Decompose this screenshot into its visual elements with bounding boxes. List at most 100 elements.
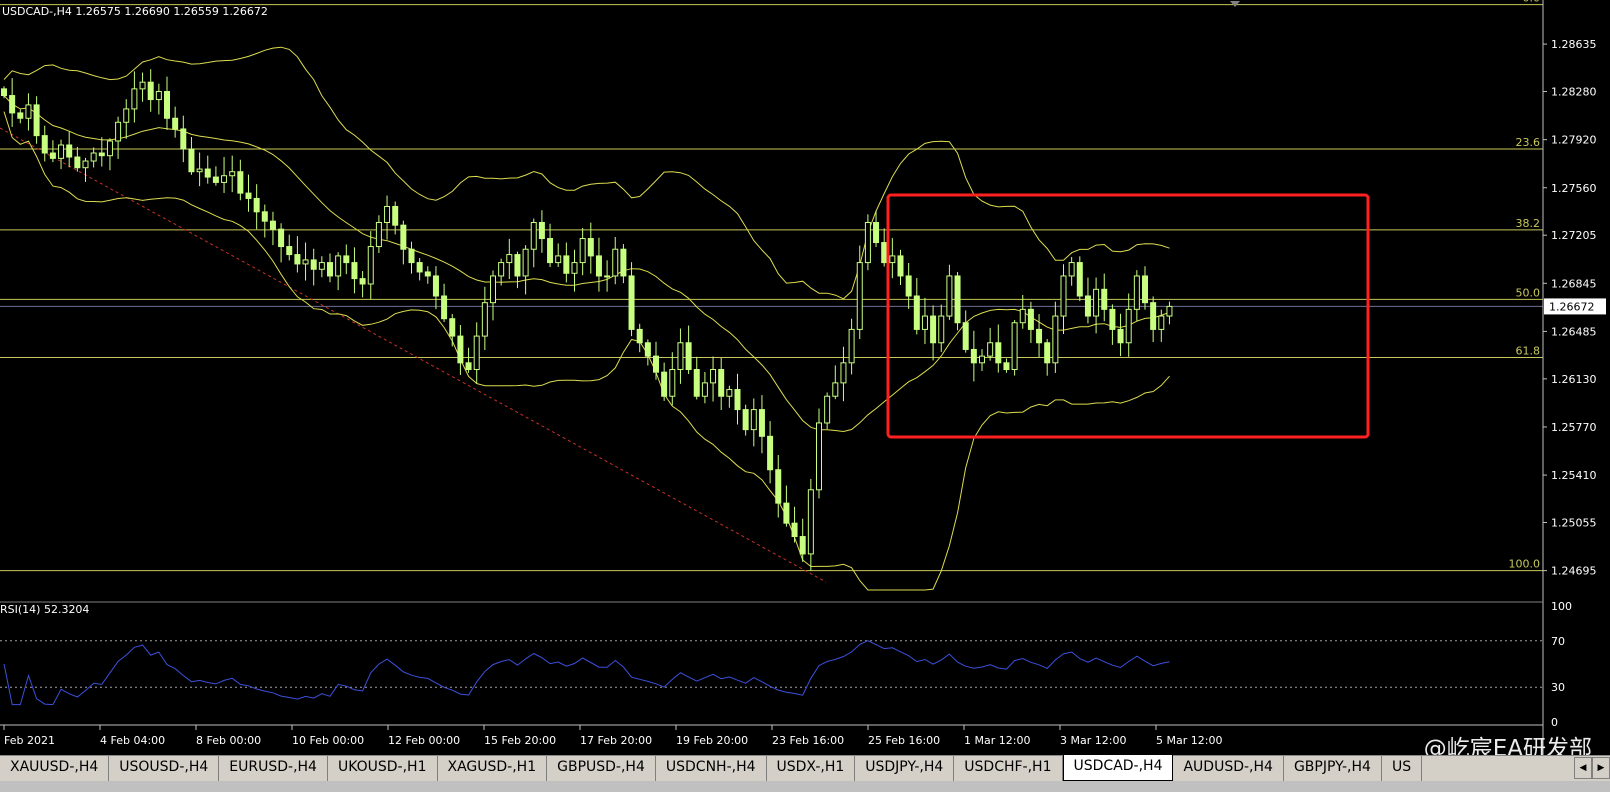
candle-bear	[653, 355, 659, 373]
tab-usdjpy-h4[interactable]: USDJPY-,H4	[855, 756, 955, 781]
rsi-axis-label: 30	[1551, 681, 1565, 694]
candle-bear	[164, 91, 170, 119]
candle-bull	[481, 302, 488, 337]
candle-bear	[204, 168, 211, 178]
trendline-segment	[0, 127, 827, 583]
tab-xagusd-h1[interactable]: XAGUSD-,H1	[438, 756, 548, 781]
candle-bear	[253, 197, 260, 213]
candle-bear	[188, 148, 195, 173]
candle-bear	[1027, 308, 1034, 330]
chart-canvas[interactable]: 0.0 23.6 38.2 50.0 61.8 100.0 1.28635 1.28280 1…	[0, 0, 1610, 755]
tab-next-icon[interactable]: ▶	[1592, 757, 1610, 779]
candle-bull	[1052, 315, 1059, 364]
candle-bear	[432, 275, 439, 297]
candle-bear	[147, 81, 154, 101]
candle-bull	[612, 248, 619, 277]
tab-xauusd-h4[interactable]: XAUUSD-,H4	[0, 756, 110, 781]
candle-bear	[41, 135, 48, 154]
time-tick-label: 8 Feb 00:00	[196, 734, 261, 747]
tab-gbpjpy-h4[interactable]: GBPJPY-,H4	[1284, 756, 1382, 781]
candle-bear	[392, 205, 399, 226]
candle-bear	[693, 369, 700, 397]
candle-bull	[131, 88, 138, 110]
fibo-label: 38.2	[1516, 217, 1541, 230]
candle-bear	[237, 171, 244, 194]
candle-bull	[750, 409, 757, 431]
tab-usdcad-h4[interactable]: USDCAD-,H4	[1062, 755, 1174, 781]
tab-gbpusd-h4[interactable]: GBPUSD-,H4	[547, 756, 656, 781]
current-price-label: 1.26672	[1549, 300, 1595, 313]
tab-us[interactable]: US	[1382, 756, 1423, 781]
price-tick-label: 1.26845	[1551, 277, 1597, 290]
fibo-label: 50.0	[1516, 286, 1541, 299]
candle-bear	[1003, 362, 1010, 370]
candle-bull	[979, 355, 985, 364]
candle-bear	[873, 222, 880, 244]
candle-bull	[384, 205, 391, 224]
candle-bear	[628, 275, 635, 330]
candle-bull	[506, 254, 513, 264]
tab-audusd-h4[interactable]: AUDUSD-,H4	[1173, 756, 1284, 781]
symbol-tab-bar: XAUUSD-,H4 USOUSD-,H4 EURUSD-,H4 UKOUSD-,H1…	[0, 755, 1610, 781]
candle-bear	[212, 176, 219, 183]
candle-bear	[351, 262, 358, 280]
candle-bull	[848, 328, 855, 364]
candle-bull	[155, 91, 162, 101]
price-tick-label: 1.26130	[1551, 373, 1597, 386]
candle-bull	[555, 255, 562, 264]
candlesticks	[1, 69, 1173, 571]
candle-bear	[970, 348, 977, 364]
price-tick-label: 1.24695	[1551, 565, 1597, 578]
candle-bear	[1109, 308, 1116, 330]
tab-navigation: ◀ ▶	[1574, 757, 1610, 779]
candle-bull	[1133, 275, 1140, 310]
candle-bull	[807, 489, 814, 555]
candle-bear	[261, 211, 268, 222]
candle-bear	[441, 295, 448, 320]
candle-bear	[685, 342, 692, 371]
candle-bear	[33, 104, 40, 137]
candle-bull	[604, 275, 611, 278]
time-tick-label: 3 Mar 12:00	[1060, 734, 1126, 747]
tab-usdchf-h1[interactable]: USDCHF-,H1	[954, 756, 1063, 781]
candle-bull	[938, 315, 945, 344]
candle-bull	[864, 222, 871, 264]
candle-bear	[17, 112, 24, 119]
candle-bear	[424, 271, 431, 277]
tab-usdcnh-h4[interactable]: USDCNH-,H4	[656, 756, 767, 781]
candle-bull	[221, 175, 228, 183]
fibonacci-levels: 0.0 23.6 38.2 50.0 61.8 100.0	[0, 0, 1543, 572]
candle-bear	[269, 220, 276, 230]
candle-bull	[58, 144, 65, 159]
candle-bear	[49, 152, 56, 159]
time-tick-label: 19 Feb 20:00	[676, 734, 748, 747]
candle-bull	[106, 140, 113, 157]
rsi-axis-label: 0	[1551, 716, 1558, 729]
tab-usdx-h1[interactable]: USDX-,H1	[767, 756, 856, 781]
candle-bear	[400, 224, 407, 250]
candle-bear	[905, 275, 912, 297]
candle-bear	[547, 238, 554, 264]
candle-bull	[375, 222, 382, 248]
candle-bull	[889, 255, 896, 264]
tab-prev-icon[interactable]: ◀	[1574, 757, 1592, 779]
candle-bear	[359, 278, 366, 285]
shift-marker-icon[interactable]	[1230, 1, 1240, 7]
candle-bear	[408, 248, 415, 264]
tab-eurusd-h4[interactable]: EURUSD-,H4	[219, 756, 328, 781]
rsi-label: RSI(14) 52.3204	[0, 603, 89, 616]
fibo-label: 23.6	[1516, 136, 1541, 149]
candle-bear	[538, 222, 545, 240]
candle-bear	[449, 318, 456, 337]
candle-bull	[579, 238, 586, 264]
candle-bull	[987, 342, 994, 357]
candle-bull	[302, 259, 309, 265]
candle-bear	[783, 502, 790, 524]
candle-bull	[921, 315, 928, 330]
tab-usousd-h4[interactable]: USOUSD-,H4	[109, 756, 220, 781]
candle-bear	[636, 328, 643, 344]
candle-bear	[881, 242, 888, 264]
candle-bull	[498, 262, 505, 277]
tab-ukousd-h1[interactable]: UKOUSD-,H1	[328, 756, 438, 781]
candle-bull	[1011, 322, 1018, 370]
